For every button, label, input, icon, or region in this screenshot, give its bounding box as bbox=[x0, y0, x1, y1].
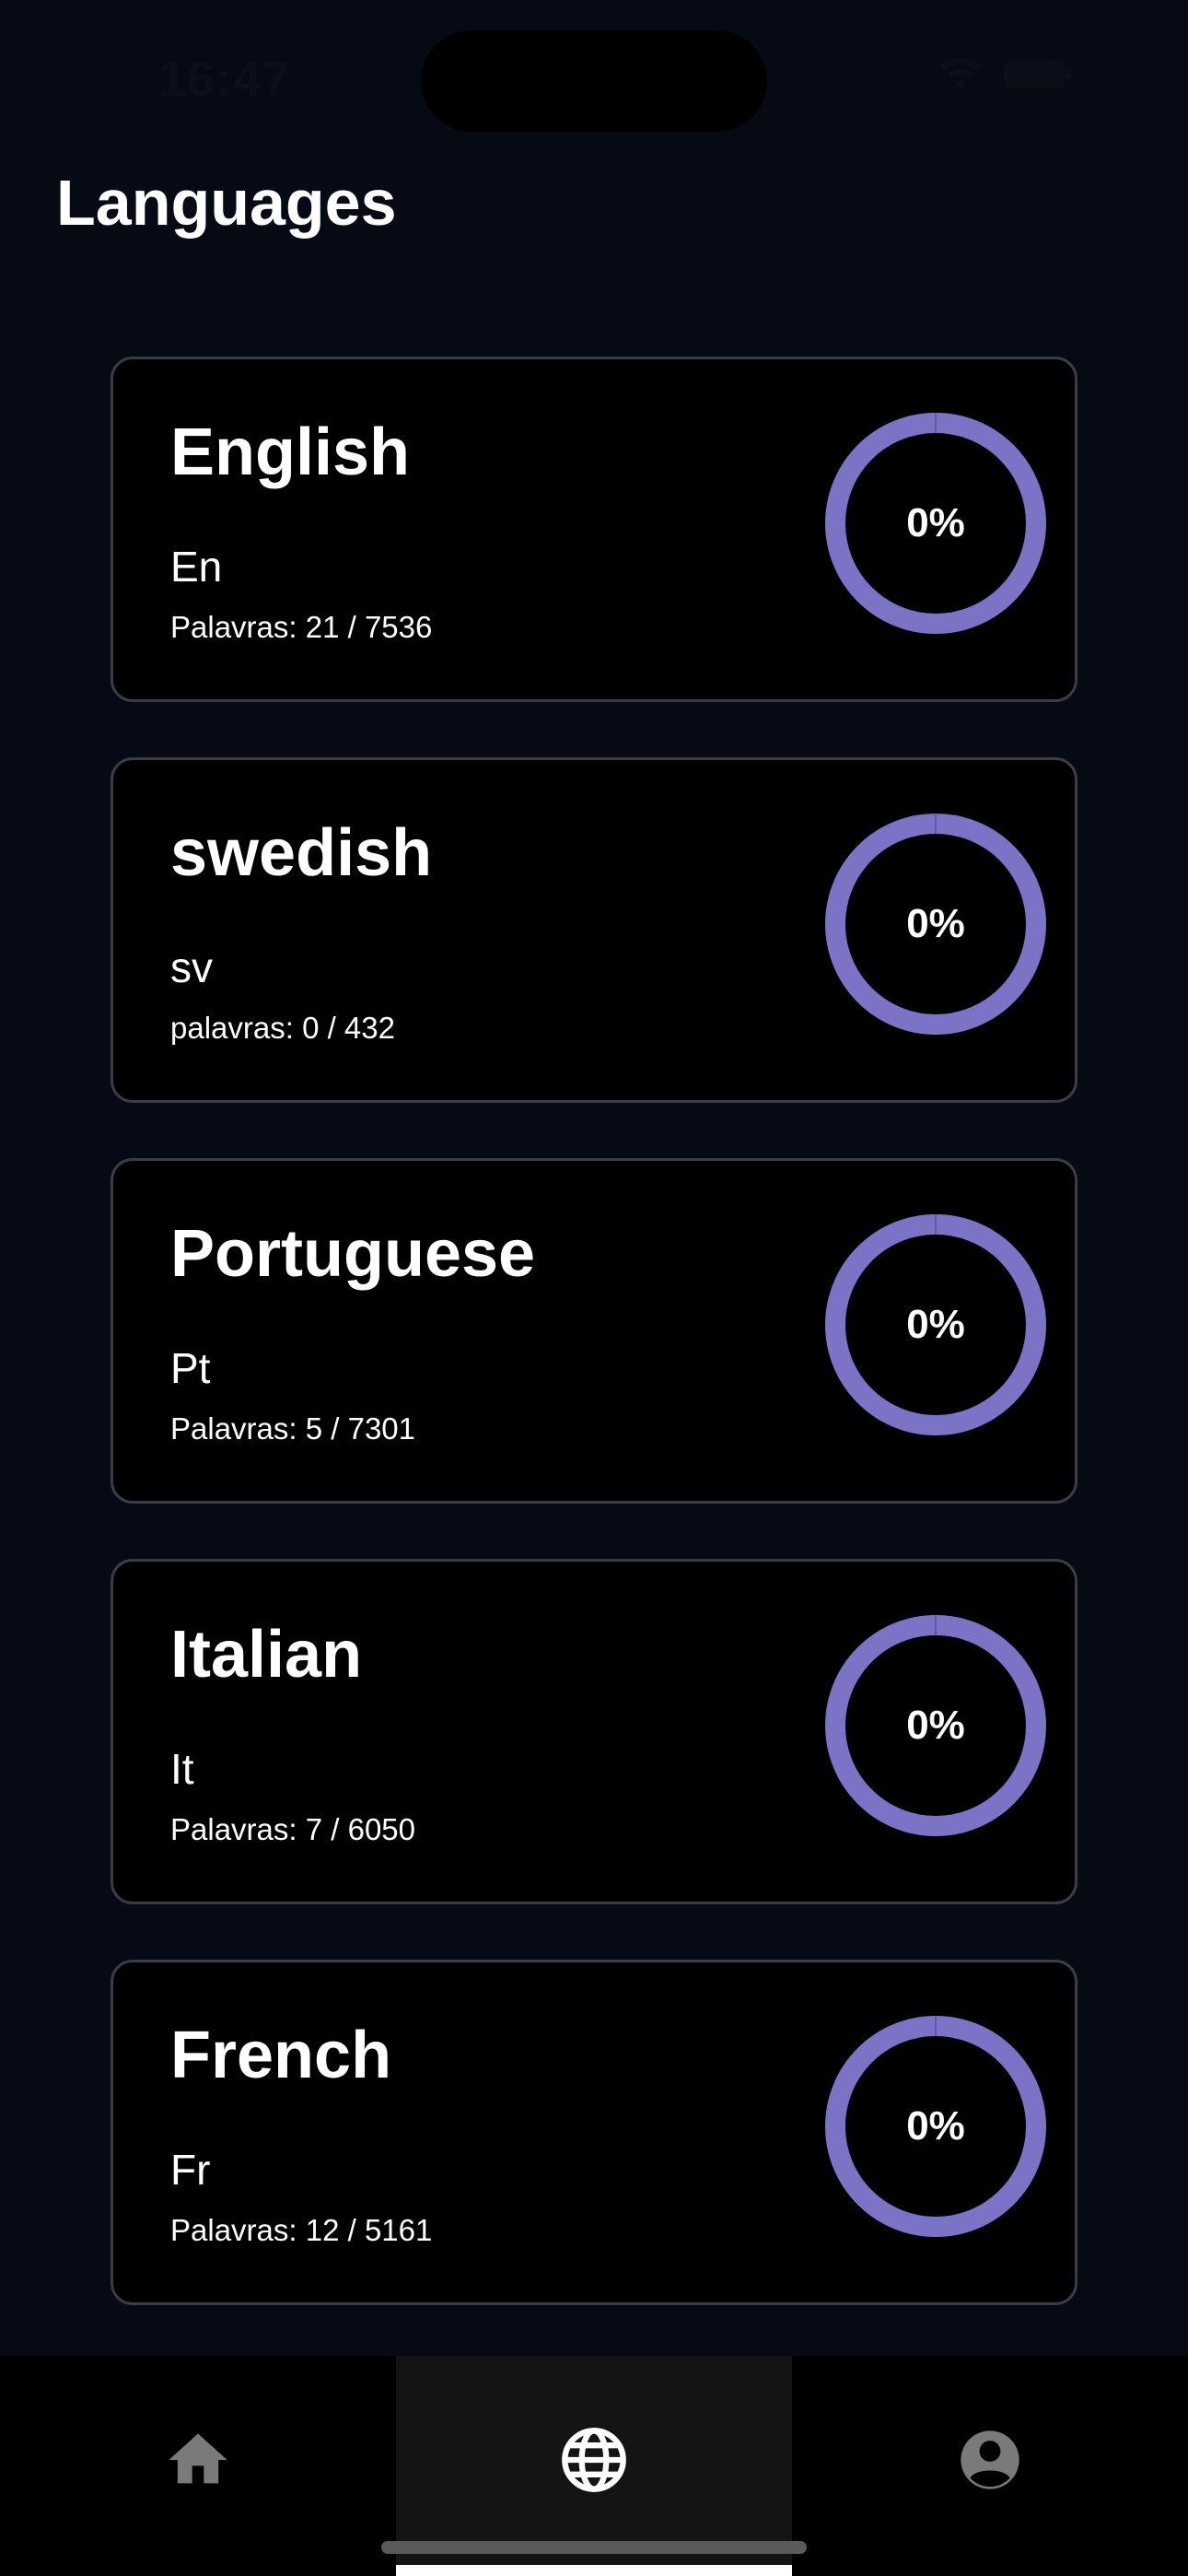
language-card-italian[interactable]: Italian It Palavras: 7 / 6050 0% bbox=[111, 1559, 1077, 1904]
language-name: English bbox=[170, 416, 411, 489]
status-icons bbox=[937, 57, 1073, 92]
page-title: Languages bbox=[56, 167, 397, 239]
progress-ring: 0% bbox=[824, 1614, 1047, 1837]
progress-percent: 0% bbox=[906, 1302, 965, 1347]
progress-percent: 0% bbox=[906, 500, 965, 545]
home-icon bbox=[169, 2433, 227, 2484]
language-name: Portuguese bbox=[170, 1217, 536, 1291]
words-count: Palavras: 7 / 6050 bbox=[170, 1812, 415, 1846]
language-list: English En Palavras: 21 / 7536 0% swedis… bbox=[111, 357, 1077, 2360]
language-name: French bbox=[170, 2019, 392, 2092]
language-code: Pt bbox=[170, 1344, 211, 1392]
words-count: palavras: 0 / 432 bbox=[170, 1011, 395, 1045]
progress-ring: 0% bbox=[824, 813, 1047, 1036]
language-card-english[interactable]: English En Palavras: 21 / 7536 0% bbox=[111, 357, 1077, 702]
language-card-portuguese[interactable]: Portuguese Pt Palavras: 5 / 7301 0% bbox=[111, 1158, 1077, 1504]
wifi-icon bbox=[939, 58, 982, 88]
progress-percent: 0% bbox=[906, 2103, 965, 2149]
language-card-swedish[interactable]: swedish sv palavras: 0 / 432 0% bbox=[111, 757, 1077, 1103]
language-code: En bbox=[170, 543, 223, 591]
words-count: Palavras: 21 / 7536 bbox=[170, 610, 433, 644]
profile-icon bbox=[961, 2430, 1019, 2489]
home-indicator bbox=[381, 2541, 807, 2554]
progress-percent: 0% bbox=[906, 901, 965, 946]
language-name: Italian bbox=[170, 1618, 363, 1692]
globe-icon bbox=[562, 2428, 626, 2492]
language-code: sv bbox=[170, 943, 213, 991]
progress-ring: 0% bbox=[824, 412, 1047, 635]
progress-ring: 0% bbox=[824, 1213, 1047, 1436]
status-time: 16:47 bbox=[158, 52, 291, 107]
words-count: Palavras: 12 / 5161 bbox=[170, 2213, 433, 2247]
dynamic-island bbox=[421, 30, 767, 132]
tab-home[interactable] bbox=[0, 2356, 396, 2576]
language-card-french[interactable]: French Fr Palavras: 12 / 5161 0% bbox=[111, 1960, 1077, 2305]
language-name: swedish bbox=[170, 816, 433, 890]
words-count: Palavras: 5 / 7301 bbox=[170, 1411, 415, 1446]
language-code: It bbox=[170, 1745, 194, 1793]
home-indicator-strip bbox=[396, 2565, 792, 2576]
status-bar: 16:47 bbox=[0, 0, 1188, 157]
language-code: Fr bbox=[170, 2146, 211, 2194]
battery-icon bbox=[1004, 61, 1071, 88]
progress-ring: 0% bbox=[824, 2015, 1047, 2238]
tab-profile[interactable] bbox=[792, 2356, 1188, 2576]
progress-percent: 0% bbox=[906, 1703, 965, 1748]
